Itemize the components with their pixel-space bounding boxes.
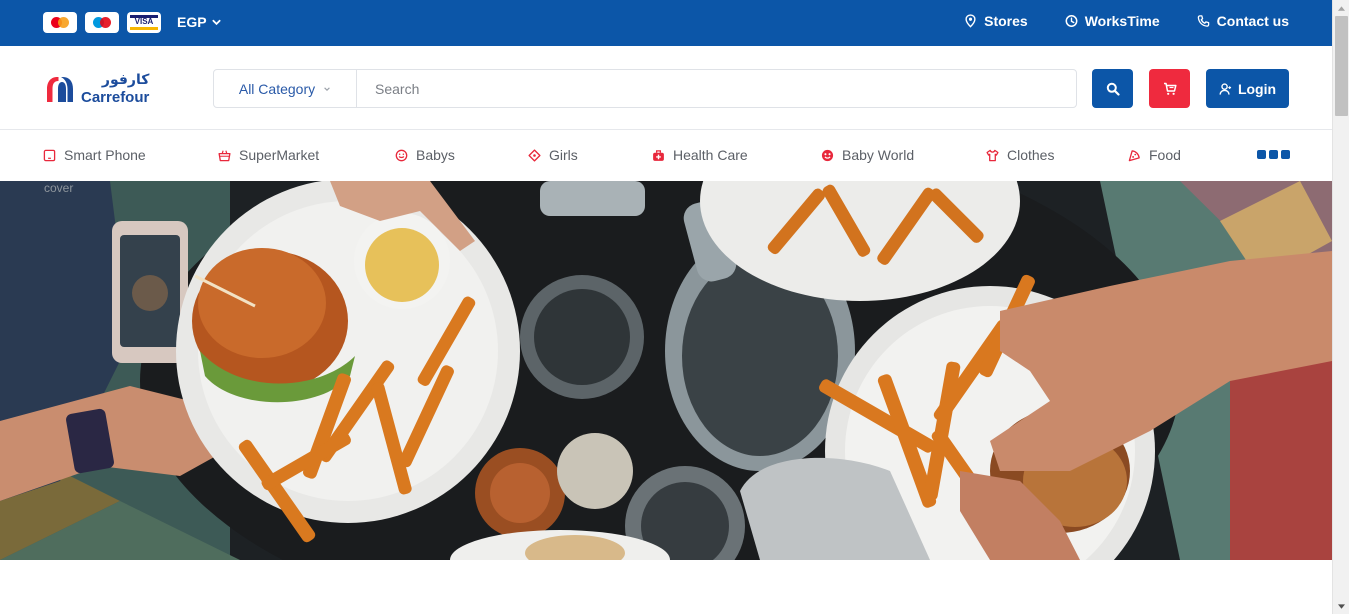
search-button[interactable]: [1092, 69, 1133, 108]
category-clothes[interactable]: Clothes: [986, 147, 1054, 163]
category-smart-phone[interactable]: Smart Phone: [43, 147, 146, 163]
baby-face-icon: [395, 149, 408, 161]
category-label: Baby World: [842, 147, 915, 163]
dot-icon: [1257, 150, 1266, 159]
mastercard-icon: [43, 12, 77, 33]
hero-alt-text: cover: [44, 181, 74, 195]
category-label: Clothes: [1007, 147, 1055, 163]
visa-icon: VISA: [127, 12, 161, 33]
category-health-care[interactable]: Health Care: [652, 147, 748, 163]
pizza-icon: [1128, 149, 1140, 161]
viewport: VISA EGP Stores WorksTime Contact us كار…: [0, 0, 1332, 614]
workstime-label: WorksTime: [1084, 13, 1160, 29]
hero-banner-image: cover: [0, 181, 1332, 560]
carrefour-mark-icon: [45, 75, 75, 104]
category-girls[interactable]: Girls: [528, 147, 578, 163]
page: VISA EGP Stores WorksTime Contact us كار…: [0, 0, 1349, 614]
shirt-icon: [986, 149, 999, 161]
cart-icon: [1163, 82, 1177, 95]
logo-latin-text: Carrefour: [81, 89, 150, 106]
scroll-thumb[interactable]: [1335, 16, 1348, 116]
phone-icon: [43, 149, 56, 161]
currency-selector[interactable]: EGP: [177, 14, 221, 30]
carrefour-logo[interactable]: كارفور Carrefour: [45, 72, 149, 106]
category-label: Smart Phone: [64, 147, 146, 163]
medical-kit-icon: [653, 149, 664, 161]
scroll-down-arrow-icon[interactable]: [1333, 598, 1349, 614]
login-button[interactable]: Login: [1206, 69, 1289, 108]
category-label: Health Care: [673, 147, 748, 163]
cart-button[interactable]: [1149, 69, 1190, 108]
category-dropdown-label: All Category: [238, 80, 316, 97]
search-input[interactable]: [357, 70, 1076, 107]
payment-cards: VISA: [43, 12, 161, 33]
category-label: Food: [1149, 147, 1181, 163]
scroll-up-arrow-icon[interactable]: [1333, 0, 1349, 16]
visa-label: VISA: [134, 17, 154, 26]
dot-icon: [1281, 150, 1290, 159]
logo-arabic-text: كارفور: [101, 72, 150, 88]
category-nav: Smart Phone SuperMarket Babys Girls Heal…: [0, 130, 1332, 181]
top-bar: VISA EGP Stores WorksTime Contact us: [0, 0, 1332, 46]
chevron-down-icon: [324, 86, 330, 91]
smile-icon: [821, 149, 834, 161]
contact-us-link[interactable]: Contact us: [1197, 13, 1289, 29]
category-supermarket[interactable]: SuperMarket: [218, 147, 319, 163]
category-label: Babys: [416, 147, 455, 163]
chevron-down-icon: [212, 19, 221, 25]
category-dropdown[interactable]: All Category: [214, 70, 357, 107]
maestro-icon: [85, 12, 119, 33]
category-food[interactable]: Food: [1128, 147, 1181, 163]
clock-icon: [1065, 15, 1078, 27]
contact-us-label: Contact us: [1216, 13, 1289, 29]
basket-icon: [218, 149, 231, 161]
currency-label: EGP: [177, 14, 207, 30]
diamond-icon: [528, 148, 541, 162]
search-bar: All Category: [213, 69, 1077, 108]
category-baby-world[interactable]: Baby World: [821, 147, 914, 163]
logo-text: كارفور Carrefour: [81, 72, 149, 106]
dot-icon: [1269, 150, 1278, 159]
top-links: Stores WorksTime Contact us: [964, 13, 1289, 29]
search-icon: [1106, 82, 1120, 96]
vertical-scrollbar[interactable]: [1332, 0, 1349, 614]
stores-label: Stores: [984, 13, 1028, 29]
stores-link[interactable]: Stores: [964, 13, 1028, 29]
phone-icon: [1197, 15, 1209, 27]
location-pin-icon: [965, 14, 976, 28]
login-label: Login: [1237, 80, 1277, 97]
category-label: Girls: [549, 147, 578, 163]
workstime-link[interactable]: WorksTime: [1065, 13, 1160, 29]
user-icon: [1219, 82, 1232, 95]
category-label: SuperMarket: [239, 147, 320, 163]
main-header: كارفور Carrefour All Category Login: [0, 46, 1332, 130]
food-table-illustration: [0, 181, 1332, 560]
more-categories-button[interactable]: [1257, 150, 1290, 159]
category-babys[interactable]: Babys: [395, 147, 455, 163]
